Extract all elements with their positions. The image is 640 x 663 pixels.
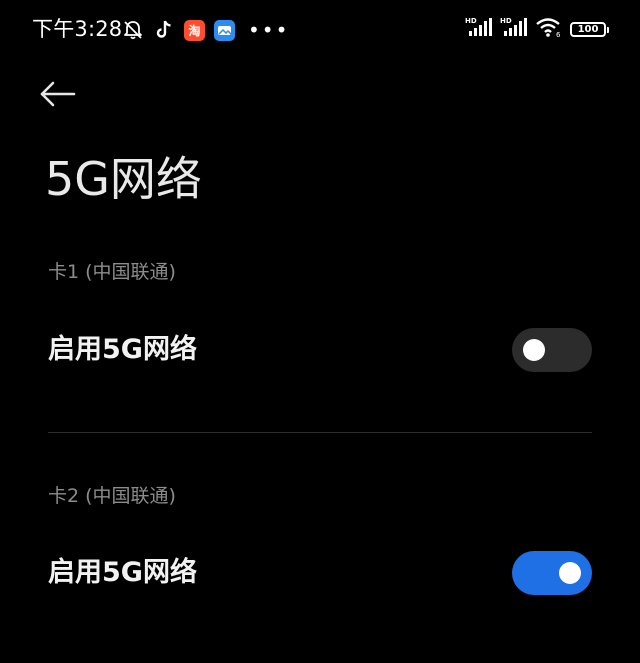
back-arrow-icon <box>40 81 76 107</box>
sim2-5g-row[interactable]: 启用5G网络 <box>0 543 640 603</box>
taobao-app-icon: 淘 <box>184 19 205 41</box>
tiktok-icon <box>153 19 175 41</box>
svg-text:HD: HD <box>465 17 477 25</box>
battery-level: 100 <box>577 23 599 35</box>
sim2-section-label: 卡2 (中国联通) <box>48 485 176 507</box>
signal-sim2-icon: HD <box>500 16 528 42</box>
sim2-5g-toggle[interactable] <box>512 551 592 595</box>
sim1-5g-label: 启用5G网络 <box>48 334 197 365</box>
svg-text:6: 6 <box>556 31 561 38</box>
section-divider <box>48 432 592 433</box>
toggle-knob <box>559 562 581 584</box>
toggle-knob <box>523 339 545 361</box>
status-bar: 下午3:28 淘 ••• HD HD 6 100 <box>0 0 640 58</box>
sim1-5g-row[interactable]: 启用5G网络 <box>0 320 640 380</box>
sim2-5g-label: 启用5G网络 <box>48 557 197 588</box>
alarm-muted-icon <box>122 19 144 41</box>
taobao-label: 淘 <box>188 23 201 38</box>
sim1-section-label: 卡1 (中国联通) <box>48 261 176 283</box>
battery-icon: 100 <box>570 21 609 37</box>
system-icons: HD HD 6 100 <box>465 16 609 42</box>
notification-icons: 淘 ••• <box>122 17 289 43</box>
blue-app-icon <box>214 19 235 41</box>
sim1-5g-toggle[interactable] <box>512 328 592 372</box>
status-time: 下午3:28 <box>32 17 123 41</box>
back-button[interactable] <box>40 74 88 114</box>
svg-text:HD: HD <box>500 17 512 25</box>
signal-sim1-icon: HD <box>465 16 493 42</box>
wifi-icon: 6 <box>535 16 563 42</box>
more-notifications-icon: ••• <box>248 18 290 42</box>
page-title: 5G网络 <box>45 152 202 206</box>
